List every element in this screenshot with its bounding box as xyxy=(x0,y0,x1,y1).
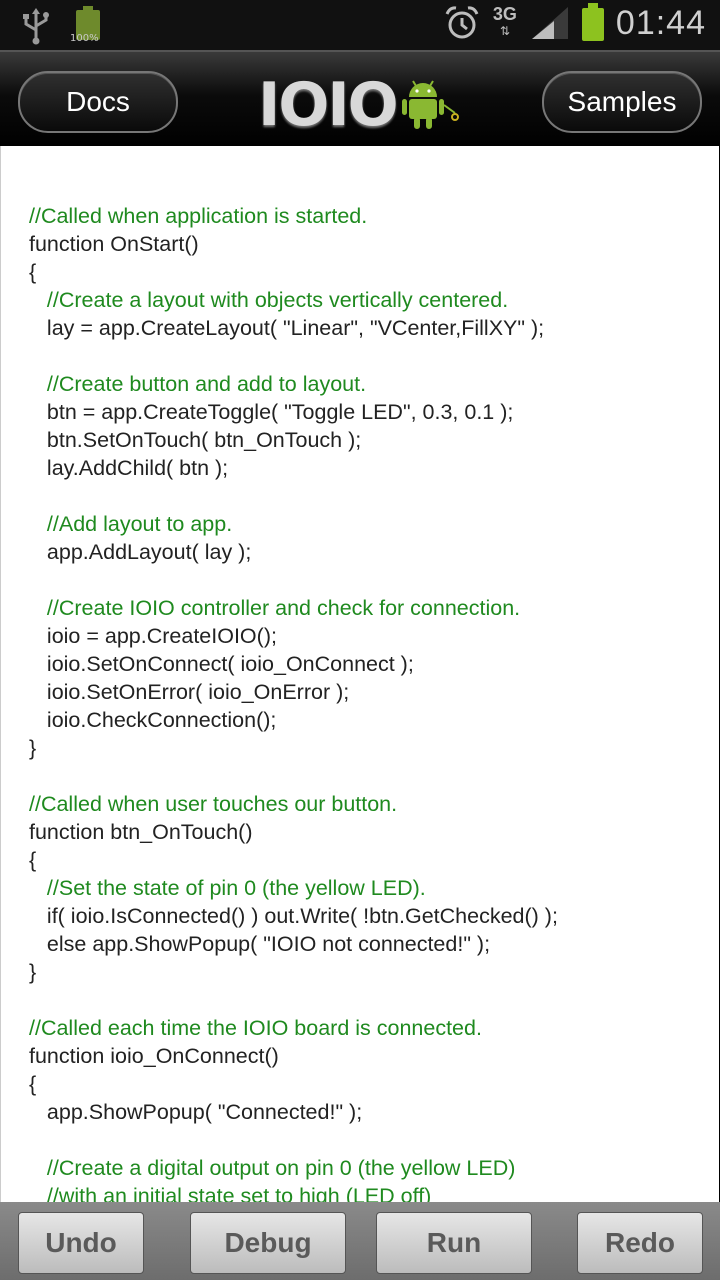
battery-percent: 100% xyxy=(70,33,99,44)
code-comment-line: //Create a layout with objects verticall… xyxy=(29,288,509,312)
code-line: ioio.CheckConnection(); xyxy=(29,708,277,732)
battery-icon xyxy=(580,3,606,43)
battery-full-icon: 100% xyxy=(70,6,102,46)
code-line: lay.AddChild( btn ); xyxy=(29,456,229,480)
code-line: else app.ShowPopup( "IOIO not connected!… xyxy=(29,932,491,956)
run-button[interactable]: Run xyxy=(376,1212,532,1274)
code-line: } xyxy=(29,960,37,984)
code-comment-line: //Called each time the IOIO board is con… xyxy=(29,1016,482,1040)
code-line: btn = app.CreateToggle( "Toggle LED", 0.… xyxy=(29,400,514,424)
code-line: { xyxy=(29,260,37,284)
undo-button[interactable]: Undo xyxy=(18,1212,144,1274)
code-line: app.ShowPopup( "Connected!" ); xyxy=(29,1100,363,1124)
signal-strength-icon xyxy=(531,7,568,39)
code-comment-line: //Create IOIO controller and check for c… xyxy=(29,596,521,620)
code-comment-line: //Add layout to app. xyxy=(29,512,233,536)
code-line: function btn_OnTouch() xyxy=(29,820,253,844)
code-line: function ioio_OnConnect() xyxy=(29,1044,279,1068)
code-line: ioio = app.CreateIOIO(); xyxy=(29,624,277,648)
ioio-logo: IOIO xyxy=(258,70,461,140)
usb-icon xyxy=(23,8,49,45)
code-content[interactable]: //Called when application is started. fun… xyxy=(29,202,558,1202)
bottom-toolbar: Undo Debug Run Redo xyxy=(0,1202,720,1280)
network-type-label: 3G xyxy=(492,4,517,24)
samples-button[interactable]: Samples xyxy=(542,71,702,133)
android-robot-icon xyxy=(401,80,459,129)
alarm-clock-icon xyxy=(445,6,479,39)
code-line: function OnStart() xyxy=(29,232,199,256)
status-bar: 100% 3G ⇅ 01:44 xyxy=(0,0,720,50)
network-type-indicator: 3G ⇅ xyxy=(490,4,520,40)
code-line: btn.SetOnTouch( btn_OnTouch ); xyxy=(29,428,362,452)
code-comment-line: //Set the state of pin 0 (the yellow LED… xyxy=(29,876,426,900)
code-line: { xyxy=(29,1072,37,1096)
clock: 01:44 xyxy=(615,3,706,42)
code-line: lay = app.CreateLayout( "Linear", "VCent… xyxy=(29,316,545,340)
logo-text: IOIO xyxy=(258,70,399,140)
code-line: } xyxy=(29,736,37,760)
redo-button[interactable]: Redo xyxy=(577,1212,703,1274)
app-header: Docs IOIO Samples xyxy=(0,50,720,148)
code-line: ioio.SetOnConnect( ioio_OnConnect ); xyxy=(29,652,414,676)
docs-button[interactable]: Docs xyxy=(18,71,178,133)
code-comment-line: //Called when user touches our button. xyxy=(29,792,398,816)
data-arrows-icon: ⇅ xyxy=(499,24,510,38)
code-line: { xyxy=(29,848,37,872)
code-comment-line: //Create a digital output on pin 0 (the … xyxy=(29,1156,516,1180)
code-line: app.AddLayout( lay ); xyxy=(29,540,252,564)
status-left: 100% xyxy=(14,6,102,46)
code-comment-line: //Create button and add to layout. xyxy=(29,372,367,396)
code-editor[interactable]: //Called when application is started. fun… xyxy=(0,146,719,1202)
code-line: ioio.SetOnError( ioio_OnError ); xyxy=(29,680,350,704)
status-right: 3G ⇅ 01:44 xyxy=(444,3,706,43)
code-comment-line: //Called when application is started. xyxy=(29,204,368,228)
code-comment-line: //with an initial state set to high (LED… xyxy=(29,1184,432,1202)
code-line: if( ioio.IsConnected() ) out.Write( !btn… xyxy=(29,904,558,928)
debug-button[interactable]: Debug xyxy=(190,1212,346,1274)
